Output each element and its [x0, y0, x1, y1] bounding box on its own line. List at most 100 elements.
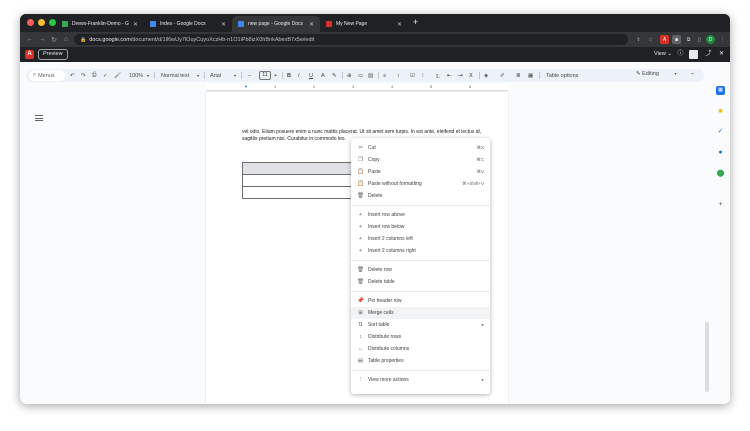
- document-outline-icon[interactable]: [35, 115, 43, 121]
- browser-menu-icon[interactable]: ⋮: [718, 35, 727, 44]
- forward-icon[interactable]: →: [36, 36, 48, 43]
- home-icon[interactable]: ⌂: [60, 36, 72, 43]
- table-options-button[interactable]: Table options: [546, 71, 578, 80]
- highlight-icon[interactable]: ✎: [332, 71, 337, 80]
- font-size-input[interactable]: 11: [259, 71, 271, 80]
- view-dropdown[interactable]: View ⌄: [654, 51, 672, 57]
- menu-item-distribute-columns[interactable]: ↔ Distribute columns: [351, 343, 490, 355]
- vertical-scrollbar[interactable]: [705, 322, 709, 392]
- spellcheck-icon[interactable]: ✓: [103, 71, 108, 80]
- close-icon[interactable]: ✕: [397, 21, 402, 28]
- menu-item-insert-row-below[interactable]: + Insert row below: [351, 221, 490, 233]
- bookmark-star-icon[interactable]: ☆: [646, 35, 655, 44]
- maximize-window-button[interactable]: [49, 19, 56, 26]
- preview-button[interactable]: Preview: [38, 49, 68, 60]
- italic-icon[interactable]: I: [298, 71, 300, 80]
- indent-marker-icon[interactable]: ▼: [244, 84, 248, 89]
- add-addon-icon[interactable]: +: [716, 200, 725, 209]
- close-icon[interactable]: ✕: [221, 21, 226, 28]
- font-select[interactable]: Arial: [210, 71, 221, 80]
- align-icon[interactable]: ≡: [383, 71, 386, 80]
- undo-icon[interactable]: ↶: [70, 71, 75, 80]
- redo-icon[interactable]: ↷: [81, 71, 86, 80]
- increase-font-icon[interactable]: +: [274, 71, 277, 80]
- menu-item-paste-without-formatting[interactable]: 📋 Paste without formatting ⌘+Shift+V: [351, 178, 490, 190]
- paint-format-icon[interactable]: 🖌: [114, 71, 121, 80]
- search-menus-input[interactable]: ⌕ Menus: [29, 70, 65, 81]
- avatar[interactable]: [689, 50, 698, 59]
- new-tab-button[interactable]: +: [413, 17, 418, 27]
- checklist-icon[interactable]: ☑: [410, 71, 415, 80]
- link-icon[interactable]: ⊕: [347, 71, 352, 80]
- editing-mode-select[interactable]: ✎ Editing ▾: [636, 71, 677, 77]
- menu-item-view-more-actions[interactable]: ⋮ View more actions ▸: [351, 374, 490, 386]
- menu-item-pin-header-row[interactable]: 📌 Pin header row: [351, 295, 490, 307]
- underline-icon[interactable]: U: [309, 71, 313, 80]
- maps-icon[interactable]: ⬤: [716, 169, 725, 178]
- border-style-icon[interactable]: ▦: [528, 71, 533, 80]
- horizontal-ruler[interactable]: ▼ 1 2 3 4 5 6: [206, 84, 508, 91]
- cell-fill-icon[interactable]: ◈: [484, 71, 488, 80]
- bulleted-list-icon[interactable]: ⁝: [422, 71, 424, 80]
- menu-item-paste[interactable]: 📋 Paste ⌘V: [351, 166, 490, 178]
- numbered-list-icon[interactable]: ⒈: [435, 71, 441, 80]
- border-width-icon[interactable]: ≣: [516, 71, 521, 80]
- menu-item-insert-2-columns-left[interactable]: + Insert 2 columns left: [351, 233, 490, 245]
- address-bar[interactable]: 🔒 docs.google.com /document/d/1ll6wUy7lO…: [74, 34, 628, 45]
- tasks-icon[interactable]: ✓: [716, 127, 725, 136]
- calendar-icon[interactable]: ▦: [716, 86, 725, 95]
- menu-item-sort-table[interactable]: ⇅ Sort table ▸: [351, 319, 490, 331]
- border-color-icon[interactable]: ✐: [500, 71, 505, 80]
- tab-my-new-page[interactable]: My New Page ✕: [320, 16, 408, 32]
- menu-item-delete-table[interactable]: 🗑 Delete table: [351, 276, 490, 288]
- menu-item-distribute-rows[interactable]: ↕ Distribute rows: [351, 331, 490, 343]
- tab-drews-franklin[interactable]: Drews-Franklin-Demo - Goo ✕: [56, 16, 144, 32]
- share-icon[interactable]: ⇪: [634, 35, 643, 44]
- table-cell[interactable]: [242, 174, 359, 187]
- info-icon[interactable]: ⓘ: [676, 50, 685, 59]
- menu-item-table-properties[interactable]: ▤ Table properties: [351, 355, 490, 367]
- menu-item-insert-2-columns-right[interactable]: + Insert 2 columns right: [351, 245, 490, 257]
- extension-icon[interactable]: ■: [672, 35, 681, 44]
- comment-icon[interactable]: ▭: [358, 71, 363, 80]
- reload-icon[interactable]: ↻: [48, 36, 60, 44]
- menu-item-insert-row-above[interactable]: + Insert row above: [351, 209, 490, 221]
- line-spacing-icon[interactable]: ↕: [397, 71, 400, 80]
- tab-index[interactable]: Index - Google Docs ✕: [144, 16, 232, 32]
- tab-new-page[interactable]: new page - Google Docs ✕: [232, 16, 320, 32]
- menu-item-copy[interactable]: ❐ Copy ⌘C: [351, 154, 490, 166]
- table-cell[interactable]: [242, 186, 359, 199]
- clear-formatting-icon[interactable]: Ⅹ: [469, 71, 473, 80]
- keep-icon[interactable]: ■: [716, 107, 725, 116]
- print-icon[interactable]: ⎙: [92, 71, 96, 80]
- close-icon[interactable]: ✕: [309, 21, 314, 28]
- menu-item-cut[interactable]: ✂ Cut ⌘X: [351, 142, 490, 154]
- table-cell[interactable]: [242, 162, 359, 175]
- close-icon[interactable]: ✕: [133, 21, 138, 28]
- profile-avatar[interactable]: D: [706, 35, 715, 44]
- extension-app-icon[interactable]: A: [660, 35, 669, 44]
- close-window-button[interactable]: [27, 19, 34, 26]
- image-icon[interactable]: ▨: [368, 71, 373, 80]
- minimize-window-button[interactable]: [38, 19, 45, 26]
- app-logo: A: [25, 50, 34, 59]
- menu-item-delete[interactable]: 🗑 Delete: [351, 190, 490, 202]
- collapse-toolbar-icon[interactable]: ⌃: [690, 71, 695, 80]
- extensions-puzzle-icon[interactable]: ⧉: [684, 35, 693, 44]
- contacts-icon[interactable]: ●: [716, 148, 725, 157]
- close-icon[interactable]: ✕: [717, 50, 726, 59]
- menu-item-label: Insert 2 columns left: [368, 236, 413, 242]
- sidepanel-icon[interactable]: ▯: [695, 35, 704, 44]
- decrease-font-icon[interactable]: −: [248, 71, 251, 80]
- share-icon[interactable]: ⤴: [704, 50, 713, 59]
- zoom-select[interactable]: 100%: [129, 71, 143, 80]
- decrease-indent-icon[interactable]: ⇤: [447, 71, 452, 80]
- bold-icon[interactable]: B: [287, 71, 291, 80]
- back-icon[interactable]: ←: [24, 36, 36, 43]
- increase-indent-icon[interactable]: ⇥: [458, 71, 463, 80]
- menu-item-delete-row[interactable]: 🗑 Delete row: [351, 264, 490, 276]
- text-color-icon[interactable]: A: [321, 71, 325, 80]
- menu-item-label: Insert row below: [368, 224, 405, 230]
- menu-item-merge-cells[interactable]: ⊞ Merge cells: [351, 307, 490, 319]
- style-select[interactable]: Normal text: [161, 71, 189, 80]
